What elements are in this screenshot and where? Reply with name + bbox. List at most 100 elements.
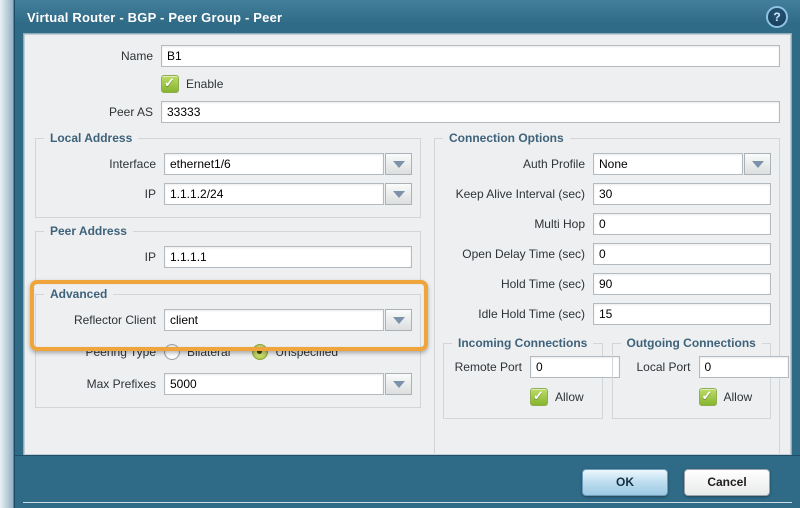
- peer-address-legend: Peer Address: [44, 224, 133, 238]
- local-address-group: Local Address Interface IP: [35, 138, 421, 218]
- multi-hop-row: Multi Hop: [443, 213, 771, 235]
- open-delay-row: Open Delay Time (sec): [443, 243, 771, 265]
- connection-options-legend: Connection Options: [443, 131, 570, 145]
- peer-ip-row: IP: [44, 246, 412, 268]
- chevron-down-icon: [393, 191, 405, 198]
- keep-alive-input[interactable]: [593, 183, 771, 205]
- reflector-client-dropdown: [164, 309, 412, 331]
- enable-row: Enable: [161, 75, 780, 93]
- interface-row: Interface: [44, 153, 412, 175]
- interface-label: Interface: [44, 157, 164, 171]
- multi-hop-input[interactable]: [593, 213, 771, 235]
- local-port-label: Local Port: [619, 360, 699, 374]
- keep-alive-label: Keep Alive Interval (sec): [443, 187, 593, 201]
- incoming-connections-group: Incoming Connections Remote Port Allow: [443, 343, 603, 419]
- max-prefixes-label: Max Prefixes: [44, 377, 164, 391]
- interface-input[interactable]: [164, 153, 384, 175]
- reflector-client-row: Reflector Client: [44, 309, 412, 331]
- local-address-legend: Local Address: [44, 131, 138, 145]
- max-prefixes-dropdown: [164, 373, 412, 395]
- multi-hop-label: Multi Hop: [443, 217, 593, 231]
- dialog-title: Virtual Router - BGP - Peer Group - Peer: [27, 10, 766, 25]
- max-prefixes-input[interactable]: [164, 373, 384, 395]
- peering-type-bilateral-radio[interactable]: [164, 344, 180, 360]
- idle-hold-time-label: Idle Hold Time (sec): [443, 307, 593, 321]
- max-prefixes-dropdown-trigger[interactable]: [385, 373, 412, 395]
- chevron-down-icon: [393, 317, 405, 324]
- peer-as-input[interactable]: [161, 101, 780, 123]
- incoming-allow-row: Allow: [530, 388, 596, 406]
- reflector-client-label: Reflector Client: [44, 313, 164, 327]
- bgp-peer-dialog: Virtual Router - BGP - Peer Group - Peer…: [14, 0, 800, 508]
- right-column: Connection Options Auth Profile Keep Ali…: [434, 138, 780, 485]
- reflector-client-dropdown-trigger[interactable]: [385, 309, 412, 331]
- peer-ip-input[interactable]: [164, 246, 412, 268]
- hold-time-row: Hold Time (sec): [443, 273, 771, 295]
- ok-button[interactable]: OK: [582, 469, 668, 496]
- reflector-client-input[interactable]: [164, 309, 384, 331]
- local-ip-label: IP: [44, 187, 164, 201]
- local-ip-dropdown: [164, 183, 412, 205]
- local-ip-row: IP: [44, 183, 412, 205]
- advanced-group: Advanced Reflector Client Peering Type B: [35, 294, 421, 408]
- idle-hold-time-input[interactable]: [593, 303, 771, 325]
- name-label: Name: [35, 49, 161, 63]
- peer-as-label: Peer AS: [35, 105, 161, 119]
- advanced-legend: Advanced: [44, 287, 113, 301]
- advanced-wrap: Advanced Reflector Client Peering Type B: [35, 294, 421, 408]
- outgoing-connections-legend: Outgoing Connections: [621, 336, 762, 350]
- help-icon[interactable]: ?: [766, 6, 788, 28]
- idle-hold-time-row: Idle Hold Time (sec): [443, 303, 771, 325]
- incoming-allow-checkbox[interactable]: [530, 388, 548, 406]
- open-delay-input[interactable]: [593, 243, 771, 265]
- dialog-footer: OK Cancel: [15, 455, 800, 508]
- chevron-down-icon: [752, 161, 764, 168]
- outgoing-allow-checkbox[interactable]: [699, 388, 717, 406]
- peer-ip-label: IP: [44, 250, 164, 264]
- auth-profile-dropdown-trigger[interactable]: [744, 153, 771, 175]
- remote-port-label: Remote Port: [450, 360, 530, 374]
- enable-checkbox[interactable]: [161, 75, 179, 93]
- open-delay-label: Open Delay Time (sec): [443, 247, 593, 261]
- peering-type-unspecified-radio[interactable]: [252, 344, 268, 360]
- interface-dropdown-trigger[interactable]: [385, 153, 412, 175]
- chevron-down-icon: [393, 161, 405, 168]
- dialog-titlebar: Virtual Router - BGP - Peer Group - Peer…: [15, 0, 800, 34]
- auth-profile-row: Auth Profile: [443, 153, 771, 175]
- general-section: Name Enable Peer AS: [35, 45, 780, 123]
- local-port-row: Local Port: [619, 356, 765, 378]
- outgoing-allow-label: Allow: [724, 390, 753, 404]
- peering-type-label: Peering Type: [44, 345, 164, 359]
- incoming-allow-label: Allow: [555, 390, 584, 404]
- outgoing-connections-group: Outgoing Connections Local Port Allow: [612, 343, 772, 419]
- name-input[interactable]: [161, 45, 780, 67]
- hold-time-label: Hold Time (sec): [443, 277, 593, 291]
- peering-type-unspecified-label: Unspecified: [275, 345, 338, 359]
- chevron-down-icon: [393, 381, 405, 388]
- remote-port-input[interactable]: [530, 356, 620, 378]
- peer-as-row: Peer AS: [35, 101, 780, 123]
- cancel-button[interactable]: Cancel: [684, 469, 770, 496]
- background-page-edge: [0, 0, 14, 508]
- auth-profile-label: Auth Profile: [443, 157, 593, 171]
- remote-port-row: Remote Port: [450, 356, 596, 378]
- auth-profile-input[interactable]: [593, 153, 743, 175]
- incoming-connections-legend: Incoming Connections: [452, 336, 593, 350]
- enable-label: Enable: [186, 77, 223, 91]
- outgoing-allow-row: Allow: [699, 388, 765, 406]
- peer-address-group: Peer Address IP: [35, 231, 421, 281]
- local-ip-dropdown-trigger[interactable]: [385, 183, 412, 205]
- left-column: Local Address Interface IP: [35, 138, 421, 485]
- interface-dropdown: [164, 153, 412, 175]
- dialog-content: Name Enable Peer AS Local Address Interf…: [24, 34, 791, 455]
- name-row: Name: [35, 45, 780, 67]
- max-prefixes-row: Max Prefixes: [44, 373, 412, 395]
- keep-alive-row: Keep Alive Interval (sec): [443, 183, 771, 205]
- hold-time-input[interactable]: [593, 273, 771, 295]
- local-port-input[interactable]: [699, 356, 789, 378]
- peering-type-bilateral-label: Bilateral: [187, 345, 230, 359]
- connection-options-group: Connection Options Auth Profile Keep Ali…: [434, 138, 780, 472]
- auth-profile-dropdown: [593, 153, 771, 175]
- local-ip-input[interactable]: [164, 183, 384, 205]
- peering-type-row: Peering Type Bilateral Unspecified: [44, 344, 412, 360]
